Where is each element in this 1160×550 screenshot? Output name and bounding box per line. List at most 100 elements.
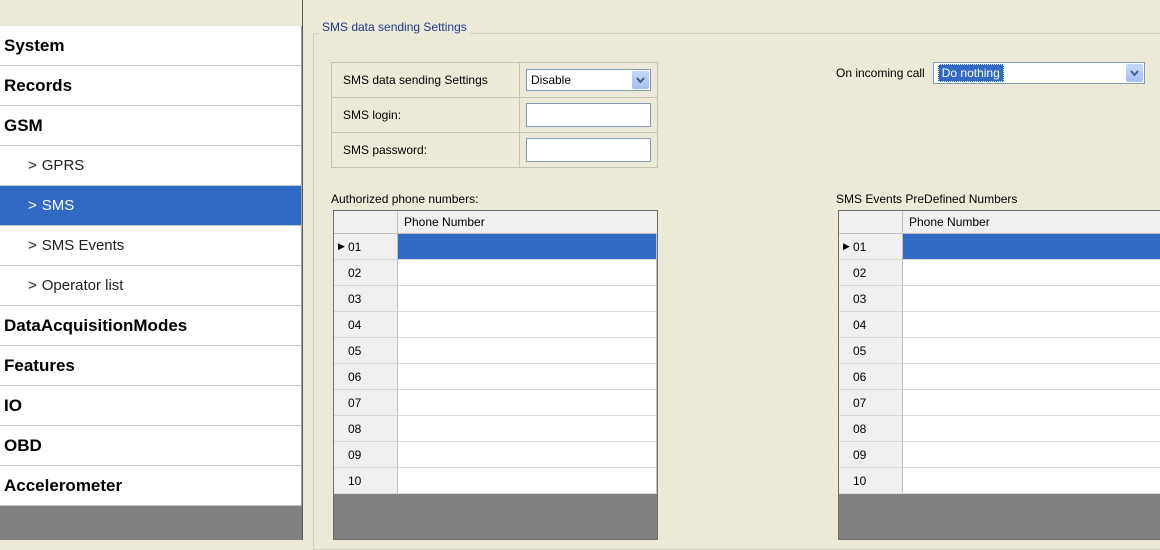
- table-row[interactable]: 10: [839, 468, 1160, 494]
- row-header[interactable]: 05: [839, 338, 903, 364]
- phone-number-cell[interactable]: [398, 364, 657, 390]
- phone-number-cell[interactable]: [398, 286, 657, 312]
- phone-number-cell[interactable]: [903, 390, 1160, 416]
- column-header[interactable]: Phone Number: [903, 211, 1160, 233]
- sidebar-item-features[interactable]: Features: [0, 346, 302, 386]
- grid-header: Phone Number: [839, 211, 1160, 234]
- sidebar-item-obd[interactable]: OBD: [0, 426, 302, 466]
- table-row[interactable]: 09: [839, 442, 1160, 468]
- table-row[interactable]: 07: [334, 390, 657, 416]
- chevron-down-icon[interactable]: [1125, 64, 1143, 82]
- table-row[interactable]: 08: [334, 416, 657, 442]
- sidebar-item-operator-list[interactable]: > Operator list: [0, 266, 302, 306]
- phone-number-cell[interactable]: [398, 312, 657, 338]
- row-header[interactable]: 02: [839, 260, 903, 286]
- table-row[interactable]: 08: [839, 416, 1160, 442]
- phone-number-cell[interactable]: [903, 416, 1160, 442]
- row-number: 07: [853, 395, 867, 410]
- row-header[interactable]: 10: [334, 468, 398, 494]
- row-header[interactable]: ▶ 01: [839, 234, 903, 260]
- phone-number-cell[interactable]: [903, 312, 1160, 338]
- chevron-right-icon: >: [28, 197, 37, 214]
- table-row[interactable]: 03: [334, 286, 657, 312]
- incoming-call-label: On incoming call: [836, 66, 925, 80]
- row-header[interactable]: 04: [839, 312, 903, 338]
- row-number: 06: [853, 369, 867, 384]
- row-header[interactable]: 10: [839, 468, 903, 494]
- table-row[interactable]: 05: [334, 338, 657, 364]
- row-number: 01: [348, 239, 362, 254]
- sms-data-sending-select[interactable]: Disable: [526, 69, 651, 91]
- table-row[interactable]: 05: [839, 338, 1160, 364]
- sms-password-input[interactable]: [526, 138, 651, 162]
- sidebar-item-io[interactable]: IO: [0, 386, 302, 426]
- sidebar-item-sms[interactable]: > SMS: [0, 186, 302, 226]
- row-number: 10: [348, 473, 362, 488]
- row-header[interactable]: 06: [334, 364, 398, 390]
- phone-number-cell[interactable]: [398, 442, 657, 468]
- sidebar-item-system[interactable]: System: [0, 26, 302, 66]
- grid-header: Phone Number: [334, 211, 657, 234]
- table-row[interactable]: 04: [839, 312, 1160, 338]
- phone-number-cell[interactable]: [903, 468, 1160, 494]
- table-row[interactable]: 06: [839, 364, 1160, 390]
- sidebar-item-gprs[interactable]: > GPRS: [0, 146, 302, 186]
- incoming-call-select[interactable]: Do nothing: [932, 62, 1145, 84]
- phone-number-cell[interactable]: [398, 390, 657, 416]
- row-number: 08: [853, 421, 867, 436]
- setting-label: SMS password:: [332, 133, 520, 167]
- row-header[interactable]: 05: [334, 338, 398, 364]
- row-header[interactable]: 03: [334, 286, 398, 312]
- sidebar-item-accelerometer[interactable]: Accelerometer: [0, 466, 302, 506]
- phone-number-cell[interactable]: [903, 260, 1160, 286]
- phone-number-cell[interactable]: [903, 234, 1160, 260]
- row-header[interactable]: 02: [334, 260, 398, 286]
- row-header[interactable]: ▶ 01: [334, 234, 398, 260]
- chevron-right-icon: >: [28, 277, 37, 294]
- column-header[interactable]: Phone Number: [398, 211, 657, 233]
- table-row[interactable]: 02: [839, 260, 1160, 286]
- row-number: 05: [348, 343, 362, 358]
- sidebar-item-gsm[interactable]: GSM: [0, 106, 302, 146]
- row-number: 05: [853, 343, 867, 358]
- row-header[interactable]: 09: [334, 442, 398, 468]
- row-header[interactable]: 03: [839, 286, 903, 312]
- table-row[interactable]: 09: [334, 442, 657, 468]
- row-header[interactable]: 09: [839, 442, 903, 468]
- setting-label: SMS data sending Settings: [332, 63, 520, 97]
- row-header[interactable]: 06: [839, 364, 903, 390]
- chevron-right-icon: >: [28, 237, 37, 254]
- table-row[interactable]: 10: [334, 468, 657, 494]
- row-header[interactable]: 07: [839, 390, 903, 416]
- phone-number-cell[interactable]: [903, 338, 1160, 364]
- setting-row-password: SMS password:: [332, 133, 657, 167]
- row-header[interactable]: 08: [334, 416, 398, 442]
- table-row[interactable]: 04: [334, 312, 657, 338]
- phone-number-cell[interactable]: [903, 286, 1160, 312]
- events-numbers-caption: SMS Events PreDefined Numbers: [836, 192, 1018, 206]
- phone-number-cell[interactable]: [398, 338, 657, 364]
- row-header[interactable]: 08: [839, 416, 903, 442]
- row-number: 03: [348, 291, 362, 306]
- table-row[interactable]: ▶ 01: [839, 234, 1160, 260]
- sidebar-item-sms-events[interactable]: > SMS Events: [0, 226, 302, 266]
- phone-number-cell[interactable]: [398, 468, 657, 494]
- sms-login-input[interactable]: [526, 103, 651, 127]
- sidebar-item-data-acquisition-modes[interactable]: DataAcquisitionModes: [0, 306, 302, 346]
- row-number: 04: [348, 317, 362, 332]
- sidebar-item-records[interactable]: Records: [0, 66, 302, 106]
- phone-number-cell[interactable]: [398, 234, 657, 260]
- table-row[interactable]: 02: [334, 260, 657, 286]
- row-header[interactable]: 07: [334, 390, 398, 416]
- phone-number-cell[interactable]: [903, 442, 1160, 468]
- phone-number-cell[interactable]: [903, 364, 1160, 390]
- table-row[interactable]: ▶ 01: [334, 234, 657, 260]
- table-row[interactable]: 03: [839, 286, 1160, 312]
- sidebar-item-label: IO: [4, 395, 22, 415]
- phone-number-cell[interactable]: [398, 260, 657, 286]
- row-header[interactable]: 04: [334, 312, 398, 338]
- table-row[interactable]: 06: [334, 364, 657, 390]
- phone-number-cell[interactable]: [398, 416, 657, 442]
- chevron-down-icon[interactable]: [632, 71, 649, 89]
- table-row[interactable]: 07: [839, 390, 1160, 416]
